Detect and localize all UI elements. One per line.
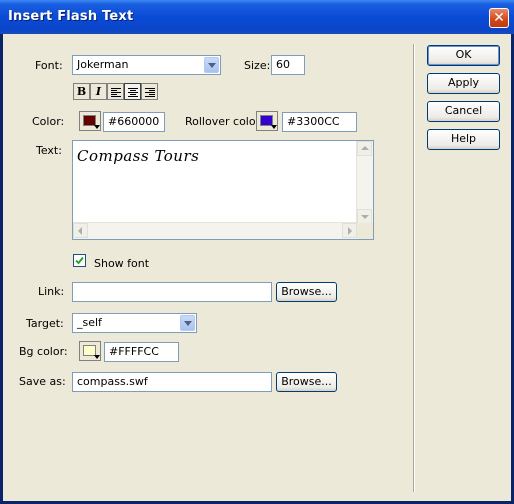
- link-input[interactable]: [72, 282, 272, 302]
- align-left-button[interactable]: [107, 83, 124, 100]
- align-center-icon: [128, 88, 138, 97]
- apply-button[interactable]: Apply: [427, 73, 500, 94]
- show-font-checkbox[interactable]: [73, 254, 86, 267]
- show-font-label: Show font: [94, 257, 150, 270]
- font-label: Font:: [35, 59, 63, 72]
- save-as-input[interactable]: compass.swf: [72, 372, 272, 392]
- dropdown-arrow-icon: [94, 355, 100, 359]
- horizontal-scrollbar[interactable]: [73, 222, 357, 239]
- rollover-color-picker-button[interactable]: [256, 111, 278, 131]
- link-browse-button[interactable]: Browse...: [276, 282, 337, 302]
- rollover-color-input[interactable]: #3300CC: [282, 112, 357, 132]
- size-input[interactable]: 60: [271, 55, 305, 75]
- chevron-down-icon: [204, 57, 219, 73]
- font-select[interactable]: Jokerman: [72, 55, 221, 75]
- dropdown-arrow-icon: [94, 125, 100, 129]
- bg-color-label: Bg color:: [19, 345, 68, 358]
- align-left-icon: [111, 88, 121, 97]
- size-label: Size:: [244, 59, 271, 72]
- bg-color-picker-button[interactable]: [79, 341, 101, 361]
- insert-flash-text-dialog: Insert Flash Text ✕ Font: Jokerman Size:…: [0, 0, 514, 504]
- close-button[interactable]: ✕: [489, 8, 509, 28]
- cancel-button[interactable]: Cancel: [427, 101, 500, 122]
- italic-button[interactable]: I: [90, 83, 107, 100]
- chevron-down-icon: [180, 315, 195, 331]
- align-right-button[interactable]: [141, 83, 158, 100]
- help-button[interactable]: Help: [427, 129, 500, 150]
- ok-button[interactable]: OK: [427, 45, 500, 66]
- scroll-corner: [357, 223, 373, 239]
- target-select[interactable]: _self: [72, 313, 197, 333]
- dialog-body: Font: Jokerman Size: 60 B I Color: #6600…: [3, 34, 511, 501]
- align-center-button[interactable]: [124, 83, 141, 100]
- bg-color-input[interactable]: #FFFFCC: [104, 342, 179, 362]
- color-input[interactable]: #660000: [103, 112, 165, 132]
- link-label: Link:: [38, 285, 65, 298]
- checkmark-icon: [75, 256, 84, 265]
- window-title: Insert Flash Text: [8, 9, 134, 24]
- color-picker-button[interactable]: [79, 111, 101, 131]
- dropdown-arrow-icon: [271, 125, 277, 129]
- bold-button[interactable]: B: [73, 83, 90, 100]
- text-label: Text:: [36, 144, 62, 157]
- target-value: _self: [77, 316, 102, 329]
- save-as-label: Save as:: [19, 375, 66, 388]
- vertical-divider: [413, 44, 415, 492]
- text-area[interactable]: Compass Tours: [72, 140, 374, 240]
- color-label: Color:: [32, 115, 65, 128]
- title-bar[interactable]: Insert Flash Text ✕: [0, 0, 514, 34]
- vertical-scrollbar[interactable]: [356, 141, 373, 224]
- align-right-icon: [145, 88, 155, 97]
- rollover-color-label: Rollover color:: [185, 115, 264, 128]
- text-area-content: Compass Tours: [77, 147, 200, 165]
- scroll-down-button[interactable]: [357, 209, 372, 224]
- scroll-up-button[interactable]: [357, 141, 372, 156]
- close-icon: ✕: [493, 10, 505, 26]
- font-value: Jokerman: [77, 58, 129, 71]
- save-as-browse-button[interactable]: Browse...: [276, 372, 337, 392]
- scroll-right-button[interactable]: [342, 223, 357, 238]
- target-label: Target:: [26, 317, 64, 330]
- scroll-left-button[interactable]: [73, 223, 88, 238]
